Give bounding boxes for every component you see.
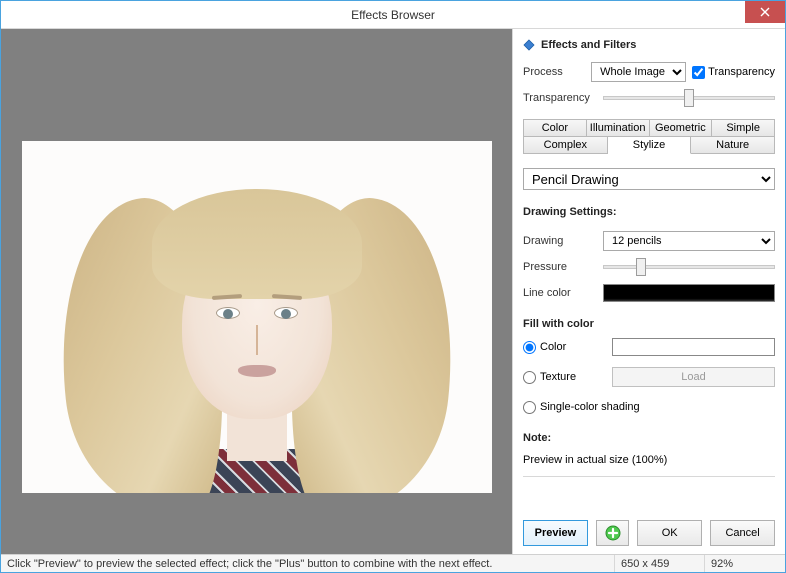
transparency-row: Transparency — [523, 87, 775, 109]
note-text: Preview in actual size (100%) — [523, 454, 775, 466]
cancel-button[interactable]: Cancel — [710, 520, 775, 546]
linecolor-label: Line color — [523, 287, 597, 299]
fill-single-label: Single-color shading — [540, 401, 640, 413]
linecolor-row: Line color — [523, 282, 775, 304]
process-select[interactable]: Whole Image — [591, 62, 686, 82]
transparency-slider[interactable] — [603, 89, 775, 107]
tab-nature[interactable]: Nature — [691, 136, 775, 154]
process-label: Process — [523, 66, 585, 78]
pressure-row: Pressure — [523, 256, 775, 278]
close-button[interactable] — [745, 1, 785, 23]
fill-texture-label: Texture — [540, 371, 608, 383]
effect-select[interactable]: Pencil Drawing — [523, 168, 775, 190]
statusbar-hint: Click "Preview" to preview the selected … — [1, 555, 615, 572]
statusbar-zoom: 92% — [705, 555, 785, 572]
button-row: Preview OK Cancel — [523, 512, 775, 546]
panel-title: Effects and Filters — [541, 39, 636, 51]
transparency-checkbox[interactable] — [692, 66, 705, 79]
effects-browser-window: Effects Browser — [0, 0, 786, 573]
fill-color-row: Color — [523, 334, 775, 360]
tab-stylize[interactable]: Stylize — [608, 136, 692, 154]
fill-color-label: Color — [540, 341, 608, 353]
transparency-checkbox-label: Transparency — [708, 66, 775, 78]
fill-heading: Fill with color — [523, 318, 775, 330]
fill-color-swatch[interactable] — [612, 338, 775, 356]
drawing-row: Drawing 12 pencils — [523, 230, 775, 252]
titlebar: Effects Browser — [1, 1, 785, 29]
transparency-checkbox-wrap[interactable]: Transparency — [692, 66, 775, 79]
fill-single-row: Single-color shading — [523, 394, 775, 420]
linecolor-swatch[interactable] — [603, 284, 775, 302]
fill-single-radio[interactable] — [523, 401, 536, 414]
tab-color[interactable]: Color — [523, 119, 587, 137]
tab-row-1: Color Illumination Geometric Simple — [523, 119, 775, 137]
plus-icon — [605, 525, 621, 541]
load-texture-button[interactable]: Load — [612, 367, 775, 387]
divider — [523, 476, 775, 477]
category-tabs: Color Illumination Geometric Simple Comp… — [523, 119, 775, 154]
panel-header: Effects and Filters — [523, 37, 775, 57]
plus-button[interactable] — [596, 520, 629, 546]
statusbar: Click "Preview" to preview the selected … — [1, 554, 785, 572]
close-icon — [760, 7, 770, 17]
statusbar-dimensions: 650 x 459 — [615, 555, 705, 572]
controls-panel: Effects and Filters Process Whole Image … — [513, 29, 785, 554]
drawing-select[interactable]: 12 pencils — [603, 231, 775, 251]
expand-icon[interactable] — [523, 39, 535, 51]
tab-simple[interactable]: Simple — [712, 119, 775, 137]
fill-color-radio[interactable] — [523, 341, 536, 354]
pressure-label: Pressure — [523, 261, 597, 273]
process-row: Process Whole Image Transparency — [523, 61, 775, 83]
preview-image — [22, 141, 492, 493]
window-title: Effects Browser — [351, 8, 435, 22]
drawing-settings-heading: Drawing Settings: — [523, 206, 775, 218]
preview-pane — [1, 29, 513, 554]
fill-texture-radio[interactable] — [523, 371, 536, 384]
tab-complex[interactable]: Complex — [523, 136, 608, 154]
drawing-label: Drawing — [523, 235, 597, 247]
fill-texture-row: Texture Load — [523, 364, 775, 390]
tab-geometric[interactable]: Geometric — [650, 119, 713, 137]
pressure-slider[interactable] — [603, 258, 775, 276]
tab-illumination[interactable]: Illumination — [587, 119, 650, 137]
tab-row-2: Complex Stylize Nature — [523, 136, 775, 154]
note-heading: Note: — [523, 432, 775, 444]
ok-button[interactable]: OK — [637, 520, 702, 546]
transparency-slider-label: Transparency — [523, 92, 597, 104]
preview-button[interactable]: Preview — [523, 520, 588, 546]
window-body: Effects and Filters Process Whole Image … — [1, 29, 785, 554]
